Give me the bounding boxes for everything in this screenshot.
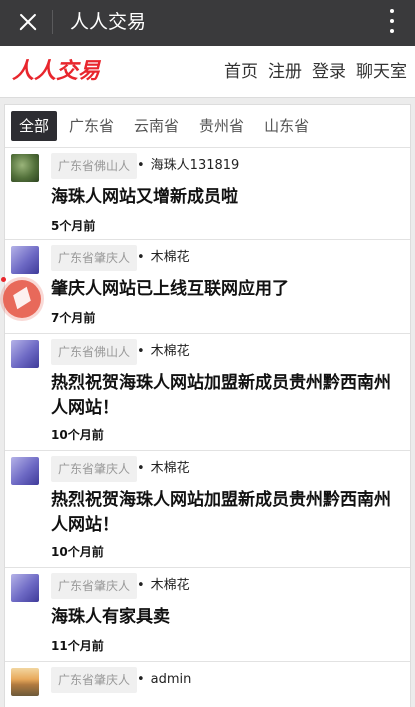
location-tag: 广东省肇庆人 [51,573,138,599]
post-item[interactable]: 广东省肇庆人 木棉花 海珠人有家具卖 11个月前 [5,567,410,661]
content-panel: 全部 广东省 云南省 贵州省 山东省 广东省佛山人 海珠人131819 海珠人网… [4,104,411,707]
post-title[interactable]: 热烈祝贺海珠人网站加盟新成员贵州黔西南州人网站！ [51,371,403,421]
main-nav: 首页 注册 登录 聊天室 [214,60,407,84]
avatar[interactable] [11,154,39,182]
avatar[interactable] [11,668,39,696]
site-header: 人人交易 首页 注册 登录 聊天室 [0,46,415,98]
author-name[interactable]: 海珠人131819 [137,154,240,178]
post-time: 10个月前 [51,428,104,442]
post-title[interactable]: 海珠人网站又增新成员啦 [51,185,403,210]
author-name[interactable]: admin [137,668,192,692]
province-tabs: 全部 广东省 云南省 贵州省 山东省 [11,111,321,141]
location-tag: 广东省肇庆人 [51,456,138,482]
tab-shandong[interactable]: 山东省 [256,111,317,141]
author-name[interactable]: 木棉花 [137,340,190,364]
post-feed: 广东省佛山人 海珠人131819 海珠人网站又增新成员啦 5个月前 广东省肇庆人… [5,147,410,707]
post-title[interactable]: 热烈祝贺海珠人网站加盟新成员贵州黔西南州人网站！ [51,488,403,538]
post-item[interactable]: 广东省佛山人 木棉花 热烈祝贺海珠人网站加盟新成员贵州黔西南州人网站！ 10个月… [5,333,410,450]
close-icon[interactable] [14,8,42,36]
author-name[interactable]: 木棉花 [137,457,190,481]
avatar[interactable] [11,574,39,602]
site-logo[interactable]: 人人交易 [12,58,100,86]
author-name[interactable]: 木棉花 [137,246,190,270]
post-item[interactable]: 广东省肇庆人 木棉花 肇庆人网站已上线互联网应用了 7个月前 [5,239,410,333]
top-bar-divider [52,10,53,34]
post-time: 11个月前 [51,639,104,653]
app-top-bar: 人人交易 [0,0,415,46]
post-item[interactable]: 广东省佛山人 海珠人131819 海珠人网站又增新成员啦 5个月前 [5,147,410,239]
nav-register-link[interactable]: 注册 [268,60,302,84]
post-time: 7个月前 [51,311,96,325]
tab-yunnan[interactable]: 云南省 [126,111,187,141]
author-name[interactable]: 木棉花 [137,574,190,598]
avatar[interactable] [11,457,39,485]
nav-chatroom-link[interactable]: 聊天室 [356,60,407,84]
post-time: 10个月前 [51,545,104,559]
tab-guangdong[interactable]: 广东省 [61,111,122,141]
location-tag: 广东省佛山人 [51,339,138,365]
post-item[interactable]: 广东省肇庆人 admin [5,661,410,707]
location-tag: 广东省肇庆人 [51,245,138,271]
notification-dot [1,277,6,282]
floating-share-icon[interactable] [3,280,41,318]
tab-guizhou[interactable]: 贵州省 [191,111,252,141]
window-title: 人人交易 [70,11,147,33]
avatar[interactable] [11,246,39,274]
tab-all[interactable]: 全部 [11,111,58,141]
location-tag: 广东省佛山人 [51,153,138,179]
post-title[interactable]: 肇庆人网站已上线互联网应用了 [51,277,403,302]
post-time: 5个月前 [51,219,96,233]
nav-login-link[interactable]: 登录 [312,60,346,84]
post-item[interactable]: 广东省肇庆人 木棉花 热烈祝贺海珠人网站加盟新成员贵州黔西南州人网站！ 10个月… [5,450,410,567]
location-tag: 广东省肇庆人 [51,667,138,693]
more-options-icon[interactable] [387,7,397,37]
post-title[interactable]: 海珠人有家具卖 [51,605,403,630]
nav-home-link[interactable]: 首页 [224,60,258,84]
avatar[interactable] [11,340,39,368]
